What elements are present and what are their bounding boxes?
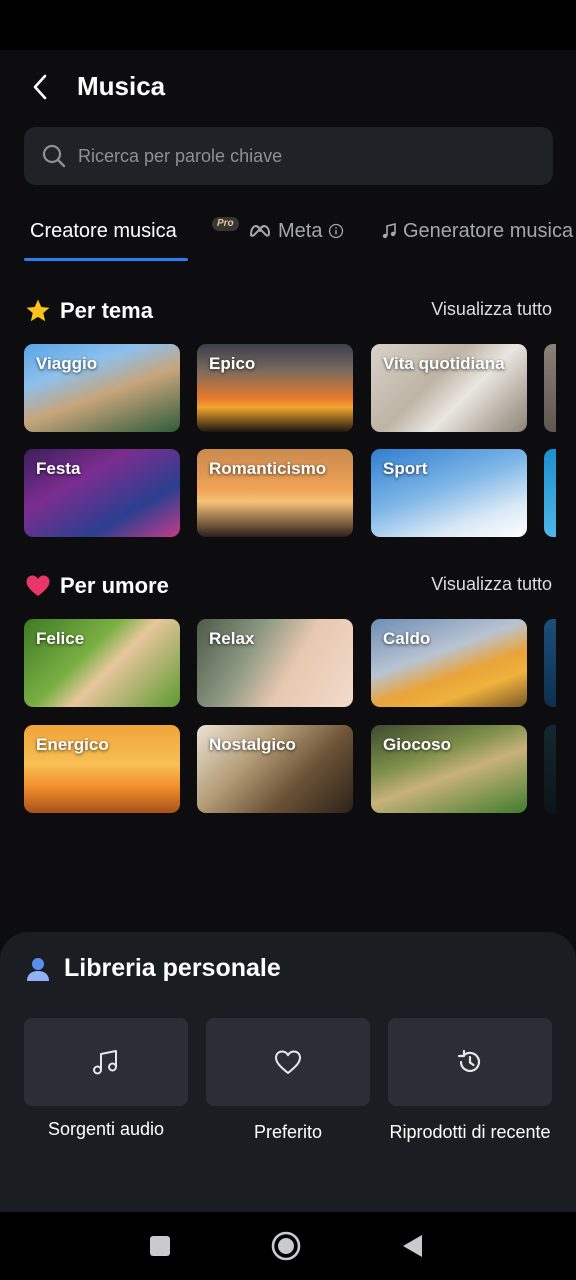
theme-card-peek [544,344,556,432]
view-all-link-theme[interactable]: Visualizza tutto [431,299,552,320]
card-label: Felice [36,629,85,648]
tab-generatore-musica[interactable]: Generatore musica [380,217,573,245]
mood-card-energico[interactable]: Energico [24,725,180,813]
pro-badge: Pro [212,217,239,231]
theme-card-romanticismo[interactable]: Romanticismo [197,449,353,537]
card-label: Energico [36,735,109,754]
back-nav-button[interactable] [396,1230,428,1262]
home-circle-icon [271,1231,301,1261]
card-label: Viaggio [36,354,98,373]
search-icon [40,142,68,170]
tab-creatore-musica[interactable]: Creatore musica [30,217,177,245]
card-label: Caldo [383,629,431,648]
audio-sources-button[interactable] [24,1018,188,1106]
section-title: Per umore [60,573,169,598]
tab-label: Generatore musica [403,220,574,242]
chevron-left-icon [33,74,47,100]
history-icon [457,1049,481,1072]
star-icon [24,297,52,325]
tab-label: Meta [278,220,323,242]
card-label: Epico [209,354,256,373]
music-note-icon [93,1050,117,1075]
heart-icon [24,572,52,600]
tab-meta[interactable]: Meta [248,217,344,245]
card-label: Festa [36,459,81,478]
card-label: Sport [383,459,428,478]
search-input[interactable] [78,145,518,167]
favorites-button[interactable] [206,1018,370,1106]
card-label: Giocoso [383,735,452,754]
mood-card-giocoso[interactable]: Giocoso [371,725,527,813]
section-title: Per tema [60,298,153,323]
user-icon [27,957,49,981]
mood-card-peek [544,619,556,707]
tab-label: Creatore musica [30,220,177,242]
audio-sources-label: Sorgenti audio [47,1119,165,1139]
mood-card-caldo[interactable]: Caldo [371,619,527,707]
info-icon[interactable] [328,223,344,239]
active-tab-indicator [24,258,188,261]
personal-library-panel: Libreria personale Sorgenti audio Prefer… [0,932,576,1212]
recently-played-label: Riprodotti di recente [389,1122,551,1142]
mood-card-felice[interactable]: Felice [24,619,180,707]
card-label: Relax [209,629,255,648]
theme-card-sport[interactable]: Sport [371,449,527,537]
triangle-back-icon [403,1235,422,1257]
recently-played-button[interactable] [388,1018,552,1106]
view-all-link-mood[interactable]: Visualizza tutto [431,574,552,595]
home-button[interactable] [270,1230,302,1262]
card-label: Vita quotidiana [383,354,505,373]
heart-outline-icon [275,1050,301,1074]
theme-card-epico[interactable]: Epico [197,344,353,432]
mood-card-relax[interactable]: Relax [197,619,353,707]
library-title: Libreria personale [64,954,281,982]
card-label: Romanticismo [209,459,327,478]
meta-logo-icon [250,225,270,237]
library-header: Libreria personale [24,954,281,983]
tab-bar: Creatore musica Pro Meta Generatore musi… [0,205,576,265]
recents-button[interactable] [144,1230,176,1262]
app-header: Musica [0,50,576,122]
section-header-mood: Per umore Visualizza tutto [24,569,552,603]
theme-card-vita-quotidiana[interactable]: Vita quotidiana [371,344,527,432]
theme-card-viaggio[interactable]: Viaggio [24,344,180,432]
section-header-theme: Per tema Visualizza tutto [24,294,552,328]
card-label: Nostalgico [209,735,296,754]
back-button[interactable] [24,70,58,104]
favorites-label: Preferito [253,1122,323,1142]
square-icon [150,1236,170,1256]
music-note-icon [382,222,396,239]
mood-card-peek [544,725,556,813]
search-bar[interactable] [24,127,553,185]
status-bar [0,0,576,50]
system-navigation-bar [0,1212,576,1280]
page-title: Musica [77,71,166,101]
theme-card-peek [544,449,556,537]
mood-card-nostalgico[interactable]: Nostalgico [197,725,353,813]
theme-card-festa[interactable]: Festa [24,449,180,537]
